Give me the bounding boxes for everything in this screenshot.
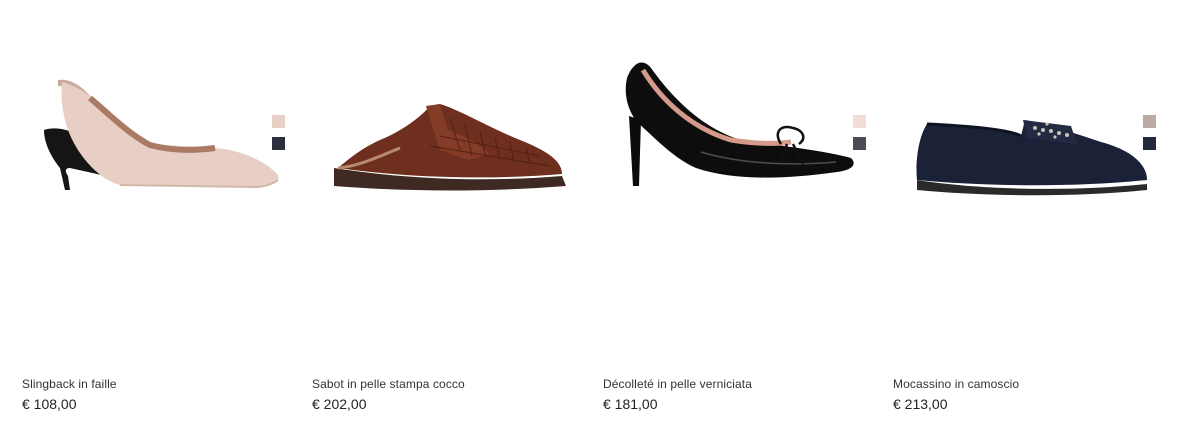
product-image-decollete[interactable] bbox=[581, 40, 871, 210]
product-image-slingback[interactable] bbox=[0, 40, 290, 210]
product-card-sabot[interactable]: Sabot in pelle stampa cocco € 202,00 bbox=[290, 0, 580, 438]
product-grid: Slingback in faille € 108,00 Sabot in pe… bbox=[0, 0, 1187, 438]
product-price: € 181,00 bbox=[603, 396, 658, 412]
product-card-mocassino[interactable]: Mocassino in camoscio € 213,00 bbox=[871, 0, 1161, 438]
color-swatch-grey[interactable] bbox=[853, 137, 866, 150]
product-name[interactable]: Mocassino in camoscio bbox=[893, 377, 1019, 391]
product-price: € 202,00 bbox=[312, 396, 367, 412]
color-swatches bbox=[272, 115, 286, 159]
product-image-mocassino[interactable] bbox=[871, 40, 1161, 210]
product-price: € 213,00 bbox=[893, 396, 948, 412]
product-name[interactable]: Slingback in faille bbox=[22, 377, 117, 391]
product-price: € 108,00 bbox=[22, 396, 77, 412]
product-image-sabot[interactable] bbox=[290, 40, 580, 210]
color-swatches bbox=[1143, 115, 1157, 159]
color-swatch-pink[interactable] bbox=[272, 115, 285, 128]
color-swatch-taupe[interactable] bbox=[1143, 115, 1156, 128]
product-name[interactable]: Sabot in pelle stampa cocco bbox=[312, 377, 465, 391]
color-swatch-pink[interactable] bbox=[853, 115, 866, 128]
color-swatches bbox=[853, 115, 867, 159]
color-swatch-navy[interactable] bbox=[272, 137, 285, 150]
product-card-decollete[interactable]: Décolleté in pelle verniciata € 181,00 bbox=[581, 0, 871, 438]
product-card-slingback[interactable]: Slingback in faille € 108,00 bbox=[0, 0, 290, 438]
color-swatch-navy[interactable] bbox=[1143, 137, 1156, 150]
product-name[interactable]: Décolleté in pelle verniciata bbox=[603, 377, 752, 391]
